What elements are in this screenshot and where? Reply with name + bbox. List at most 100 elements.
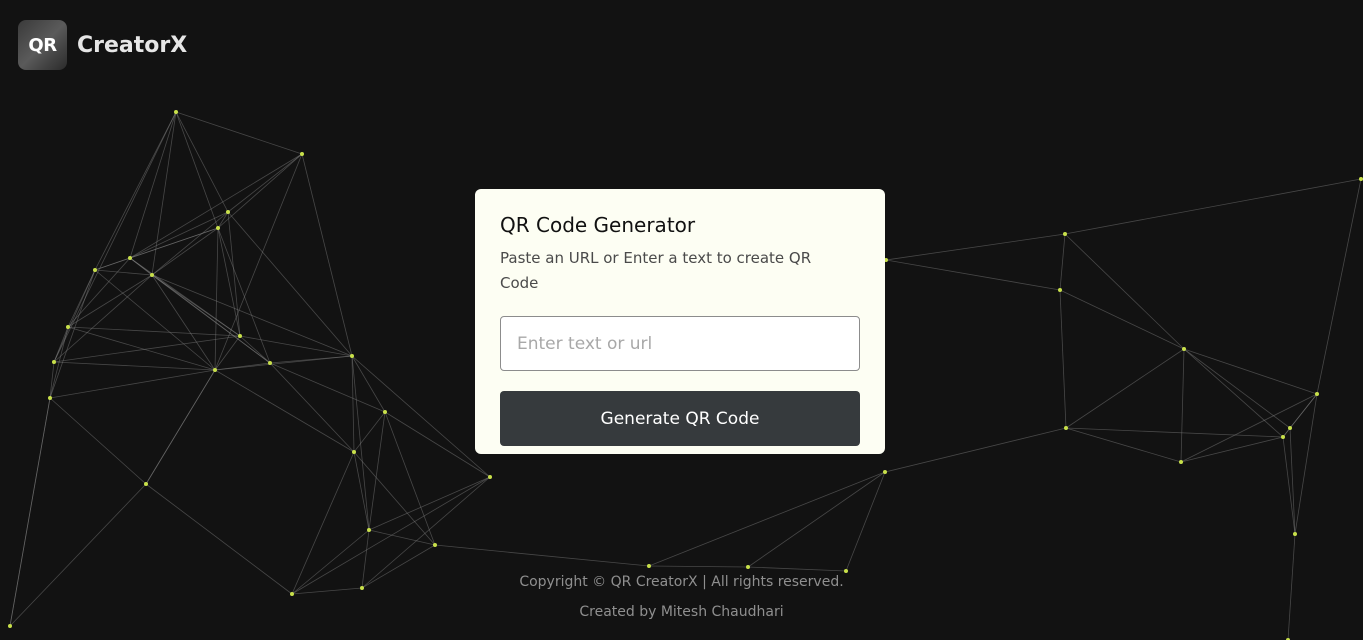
network-node [488, 475, 492, 479]
network-node [1315, 392, 1319, 396]
network-edge [217, 153, 303, 229]
network-edge [1289, 427, 1296, 535]
network-edge [49, 369, 216, 399]
network-edge [151, 274, 216, 371]
network-node [48, 396, 52, 400]
network-node [144, 482, 148, 486]
network-edge [1065, 427, 1284, 438]
credit-text: Created by Mitesh Chaudhari [579, 604, 784, 620]
network-node [1182, 347, 1186, 351]
network-node [433, 543, 437, 547]
network-edge [239, 335, 271, 364]
network-node [66, 325, 70, 329]
network-edge [1294, 393, 1318, 535]
network-node [226, 210, 230, 214]
network-node [1359, 177, 1363, 181]
network-edge [227, 153, 303, 213]
network-edge [269, 362, 386, 413]
network-edge [94, 269, 153, 276]
network-node [128, 256, 132, 260]
network-edge [214, 227, 219, 371]
network-node [216, 226, 220, 230]
network-node [1288, 426, 1292, 430]
network-edge [151, 227, 219, 276]
network-edge [227, 211, 241, 337]
network-edge [885, 259, 1061, 291]
network-node [352, 450, 356, 454]
card-title: QR Code Generator [500, 213, 696, 237]
network-edge [53, 335, 241, 363]
network-edge [648, 565, 749, 568]
network-node [1058, 288, 1062, 292]
network-edge [351, 355, 491, 478]
network-node [647, 564, 651, 568]
network-node [1293, 532, 1297, 536]
network-edge [1059, 289, 1067, 429]
network-edge [49, 397, 147, 485]
network-node [1063, 232, 1067, 236]
text-url-input[interactable] [500, 316, 860, 371]
network-edge [1180, 393, 1318, 463]
network-node [1064, 426, 1068, 430]
network-edge [301, 153, 353, 357]
network-edge [1065, 427, 1182, 463]
network-node [746, 565, 750, 569]
network-edge [1059, 233, 1066, 291]
network-node [268, 361, 272, 365]
network-edge [368, 476, 491, 531]
network-edge [175, 111, 219, 229]
network-edge [217, 227, 241, 337]
network-node [383, 410, 387, 414]
network-edge [1065, 348, 1185, 429]
network-edge [845, 471, 886, 572]
network-edge [1183, 348, 1318, 395]
network-edge [214, 369, 355, 453]
network-edge [129, 153, 303, 259]
network-edge [884, 427, 1067, 473]
network-edge [1183, 348, 1291, 429]
network-edge [145, 369, 216, 485]
network-edge [1183, 348, 1284, 438]
network-edge [94, 269, 216, 371]
card-subtitle: Paste an URL or Enter a text to create Q… [500, 249, 812, 292]
network-edge [151, 274, 271, 364]
network-edge [214, 335, 241, 371]
generate-qr-button[interactable]: Generate QR Code [500, 391, 860, 446]
network-edge [129, 211, 229, 259]
network-edge [1064, 178, 1362, 235]
network-node [93, 268, 97, 272]
logo-name: CreatorX [77, 32, 188, 58]
network-node [350, 354, 354, 358]
network-edge [434, 544, 650, 567]
network-edge [1282, 436, 1296, 535]
network-node [1281, 435, 1285, 439]
network-edge [269, 355, 353, 364]
network-edge [1059, 289, 1185, 350]
network-edge [648, 471, 886, 567]
network-node [883, 470, 887, 474]
network-edge [384, 411, 436, 546]
network-edge [747, 471, 886, 568]
network-node [52, 360, 56, 364]
network-edge [53, 269, 96, 363]
network-edge [53, 326, 69, 363]
network-edge [1180, 436, 1284, 463]
network-node [213, 368, 217, 372]
network-node [367, 528, 371, 532]
logo-badge: QR [18, 20, 67, 70]
network-edge [1180, 348, 1185, 463]
footer: Copyright © QR CreatorX | All rights res… [0, 573, 1363, 633]
generator-card: QR Code Generator Paste an URL or Enter … [475, 189, 885, 454]
network-edge [129, 111, 177, 259]
network-edge [747, 566, 847, 572]
network-edge [1316, 178, 1362, 395]
logo[interactable]: QR CreatorX [18, 20, 187, 70]
network-node [1179, 460, 1183, 464]
network-node [174, 110, 178, 114]
copyright-text: Copyright © QR CreatorX | All rights res… [519, 574, 844, 590]
network-edge [227, 211, 353, 357]
network-edge [353, 451, 370, 531]
network-node [150, 273, 154, 277]
network-edge [1064, 233, 1185, 350]
network-node [238, 334, 242, 338]
